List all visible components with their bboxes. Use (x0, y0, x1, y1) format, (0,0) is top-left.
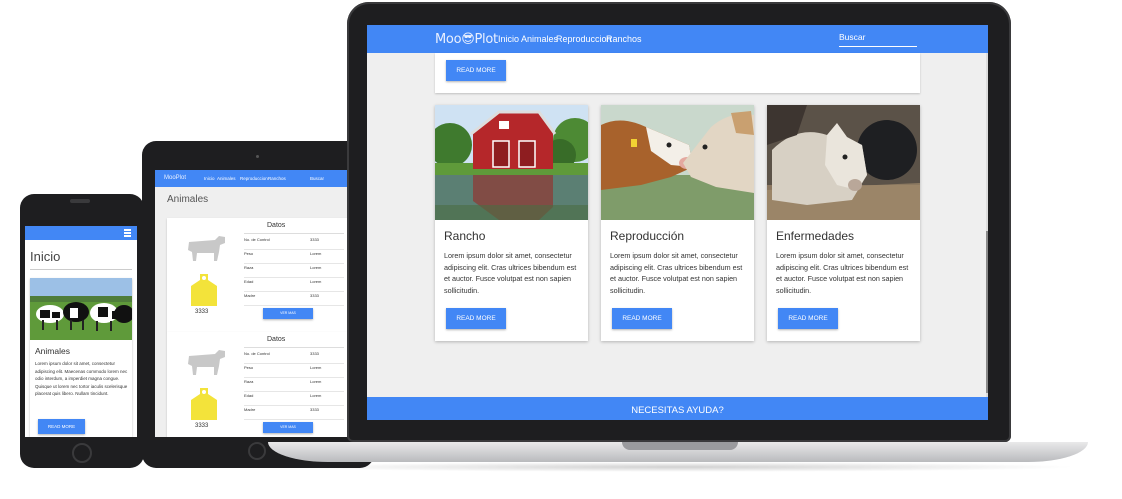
card-title: Reproducción (610, 229, 685, 243)
laptop-notch (622, 442, 738, 450)
card-heading: Datos (267, 222, 286, 229)
ear-tag-number: 3333 (195, 423, 209, 429)
read-more-button[interactable]: READ MORE (38, 419, 85, 434)
row-value: Lorem (310, 279, 322, 284)
tablet-screen: MooPlot Inicio Animales Reproduccion Ran… (155, 170, 347, 437)
table-row: Peso Lorem (244, 251, 344, 264)
animals-card: Animales Lorem ipsum dolor sit amet, con… (30, 278, 132, 437)
site-logo[interactable]: Moo😎Plot (435, 32, 498, 47)
cow-silhouette-icon (188, 350, 225, 375)
reproduccion-card: Reproducción Lorem ipsum dolor sit amet,… (601, 105, 754, 341)
divider (30, 269, 132, 270)
hamburger-menu-icon[interactable] (124, 229, 131, 237)
row-label: Edad (244, 393, 254, 398)
tablet-search[interactable]: Buscar (310, 176, 324, 181)
tablet-navbar: MooPlot Inicio Animales Reproduccion Ran… (155, 170, 347, 187)
row-label: Madre (244, 293, 256, 298)
page-title: Animales (167, 194, 209, 205)
read-more-button[interactable]: READ MORE (446, 60, 506, 81)
row-value: Lorem (310, 365, 322, 370)
nav-link-inicio[interactable]: Inicio (498, 34, 519, 44)
card-text: Lorem ipsum dolor sit amet, consectetur … (444, 251, 577, 295)
row-label: Raza (244, 265, 254, 270)
tablet-logo: MooPlot (164, 175, 187, 181)
card-title: Enfermedades (776, 229, 855, 243)
card-text: Lorem ipsum dolor sit amet, consectetur … (610, 251, 743, 295)
table-row: Peso Lorem (244, 365, 344, 378)
row-value: 3333 (310, 237, 319, 242)
tablet-home-button (248, 442, 266, 460)
help-footer[interactable]: NECESITAS AYUDA? (367, 397, 988, 420)
scrollbar-thumb[interactable] (986, 231, 988, 393)
row-value: Lorem (310, 265, 322, 270)
enfermedades-card: Enfermedades Lorem ipsum dolor sit amet,… (767, 105, 920, 341)
phone-speaker (70, 199, 90, 203)
nav-link-reproduccion[interactable]: Reproduccion (556, 34, 612, 44)
table-row: Edad Lorem (244, 279, 344, 292)
search-input[interactable]: Buscar (839, 32, 917, 47)
read-more-button[interactable]: READ MORE (446, 308, 506, 329)
table-row: Raza Lorem (244, 379, 344, 392)
navbar: Moo😎Plot Inicio Animales Reproduccion Ra… (367, 25, 988, 53)
laptop-screen: Moo😎Plot Inicio Animales Reproduccion Ra… (367, 25, 988, 420)
phone-screen: Inicio Animales Lorem ipsum dolor sit am… (25, 226, 137, 437)
row-value: 3333 (310, 293, 319, 298)
animal-data-card: Datos 3333 No. de Control 3333 Peso Lorem … (167, 218, 347, 332)
scrollbar[interactable] (986, 53, 988, 397)
row-label: Madre (244, 407, 256, 412)
row-label: Edad (244, 279, 254, 284)
tablet-nav-reproduccion[interactable]: Reproduccion (240, 176, 268, 181)
table-row: Edad Lorem (244, 393, 344, 406)
table-row: Raza Lorem (244, 265, 344, 278)
calf-in-hay-image (767, 105, 920, 220)
tablet-camera (256, 155, 259, 158)
row-value: Lorem (310, 251, 322, 256)
nav-link-ranchos[interactable]: Ranchos (606, 34, 642, 44)
read-more-button[interactable]: READ MORE (612, 308, 672, 329)
card-title: Animales (35, 346, 70, 356)
phone-home-button (72, 443, 92, 463)
red-barn-image (435, 105, 588, 220)
see-more-button[interactable]: VER MAS (263, 422, 313, 433)
ear-tag-icon (191, 388, 217, 420)
read-more-button[interactable]: READ MORE (778, 308, 838, 329)
featured-card: READ MORE (435, 53, 920, 93)
nav-link-animales[interactable]: Animales (521, 34, 558, 44)
see-more-button[interactable]: VER MAS (263, 308, 313, 319)
rancho-card: Rancho Lorem ipsum dolor sit amet, conse… (435, 105, 588, 341)
row-label: No. de Control (244, 351, 270, 356)
table-row: No. de Control 3333 (244, 237, 344, 250)
card-text: Lorem ipsum dolor sit amet, consectetur … (776, 251, 909, 295)
phone-navbar (25, 226, 137, 240)
divider (244, 233, 344, 234)
ear-tag-icon (191, 274, 217, 306)
row-value: Lorem (310, 379, 322, 384)
tablet-nav-animales[interactable]: Animales (217, 176, 236, 181)
divider (244, 347, 344, 348)
ear-tag-number: 3333 (195, 309, 209, 315)
card-heading: Datos (267, 336, 286, 343)
page-title: Inicio (30, 249, 61, 264)
cow-silhouette-icon (188, 236, 225, 261)
tablet-nav-inicio[interactable]: Inicio (204, 176, 215, 181)
row-value: 3333 (310, 351, 319, 356)
holstein-cows-image (30, 278, 132, 340)
card-text: Lorem ipsum dolor sit amet, consectetur … (35, 361, 128, 396)
animal-data-card: Datos 3333 No. de Control 3333 Peso Lorem … (167, 332, 347, 437)
cows-nuzzling-image (601, 105, 754, 220)
row-label: Peso (244, 251, 254, 256)
row-value: 3333 (310, 407, 319, 412)
row-label: No. de Control (244, 237, 270, 242)
laptop-shadow (280, 462, 1080, 472)
row-label: Raza (244, 379, 254, 384)
table-row: Madre 3333 (244, 407, 344, 420)
table-row: No. de Control 3333 (244, 351, 344, 364)
row-label: Peso (244, 365, 254, 370)
tablet-nav-ranchos[interactable]: Ranchos (268, 176, 286, 181)
card-title: Rancho (444, 229, 486, 243)
row-value: Lorem (310, 393, 322, 398)
table-row: Madre 3333 (244, 293, 344, 306)
